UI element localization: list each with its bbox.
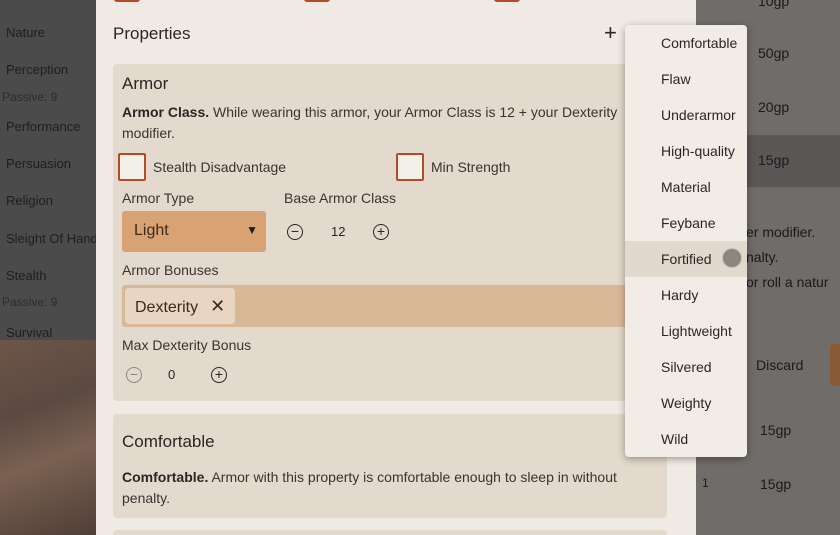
cursor-indicator xyxy=(722,248,742,268)
menu-item-wild[interactable]: Wild xyxy=(625,421,747,457)
desc-line-2: nalty. xyxy=(746,249,779,265)
background-art xyxy=(0,340,96,535)
base-ac-value[interactable]: 12 xyxy=(331,224,345,239)
plus-circle-icon[interactable]: + xyxy=(373,224,389,240)
item-editor-modal: Properties + Armor Armor Class. While we… xyxy=(96,0,696,535)
armor-type-select[interactable]: Light ▼ xyxy=(122,211,266,252)
desc-line-1: er modifier. xyxy=(746,224,816,240)
armor-desc-bold: Armor Class. xyxy=(122,104,210,120)
discard-button[interactable]: Discard xyxy=(756,357,803,373)
armor-bonuses-multiselect[interactable]: Dexterity ✕ xyxy=(122,285,667,327)
menu-item-flaw[interactable]: Flaw xyxy=(625,61,747,97)
top-checkbox-1[interactable] xyxy=(114,0,140,2)
max-dex-value[interactable]: 0 xyxy=(168,367,175,382)
property-menu: Comfortable Flaw Underarmor High-quality… xyxy=(625,25,747,457)
price-2: 50gp xyxy=(758,45,790,61)
menu-item-lightweight[interactable]: Lightweight xyxy=(625,313,747,349)
skills-panel: Nature Perception Passive: 9 Performance… xyxy=(0,0,98,340)
menu-item-feybane[interactable]: Feybane xyxy=(625,205,747,241)
top-checkbox-2[interactable] xyxy=(304,0,330,2)
save-button[interactable] xyxy=(830,344,840,386)
menu-item-fortified-label: Fortified xyxy=(661,251,712,267)
armor-card: Armor Armor Class. While wearing this ar… xyxy=(113,64,667,401)
top-checkbox-3[interactable] xyxy=(494,0,520,2)
armor-bonuses-label: Armor Bonuses xyxy=(122,262,219,278)
comfortable-description: Comfortable. Armor with this property is… xyxy=(122,467,632,509)
stealth-disadvantage-checkbox[interactable] xyxy=(118,153,146,181)
comfortable-card: Comfortable Comfortable. Armor with this… xyxy=(113,414,667,518)
bonus-chip-dexterity: Dexterity ✕ xyxy=(125,288,236,324)
menu-item-hardy[interactable]: Hardy xyxy=(625,277,747,313)
comfortable-desc-bold: Comfortable. xyxy=(122,469,209,485)
close-icon[interactable]: ✕ xyxy=(210,288,225,324)
max-dex-label: Max Dexterity Bonus xyxy=(122,337,252,353)
price-5: 15gp xyxy=(760,422,792,438)
desc-line-3: or roll a natur xyxy=(746,274,829,290)
skill-performance[interactable]: Performance xyxy=(6,119,80,134)
menu-item-high-quality[interactable]: High-quality xyxy=(625,133,747,169)
menu-item-material[interactable]: Material xyxy=(625,169,747,205)
armor-type-label: Armor Type xyxy=(122,190,195,206)
armor-title: Armor xyxy=(122,74,169,93)
minus-circle-icon[interactable]: − xyxy=(287,224,303,240)
skill-survival[interactable]: Survival xyxy=(6,325,52,340)
price-3: 20gp xyxy=(758,99,790,115)
skill-religion[interactable]: Religion xyxy=(6,193,53,208)
passive-stealth: Passive: 9 xyxy=(2,295,58,309)
menu-item-underarmor[interactable]: Underarmor xyxy=(625,97,747,133)
properties-title: Properties xyxy=(113,24,191,43)
menu-item-fortified[interactable]: Fortified xyxy=(625,241,747,277)
plus-circle-icon[interactable]: + xyxy=(211,367,227,383)
skill-perception[interactable]: Perception xyxy=(6,62,68,77)
bonus-chip-label: Dexterity xyxy=(135,299,199,316)
price-4: 15gp xyxy=(758,152,790,168)
min-strength-label: Min Strength xyxy=(431,159,511,175)
skill-persuasion[interactable]: Persuasion xyxy=(6,156,71,171)
comfortable-title: Comfortable xyxy=(122,432,215,451)
menu-item-weighty[interactable]: Weighty xyxy=(625,385,747,421)
add-property-button[interactable]: + xyxy=(604,22,617,44)
price-6: 15gp xyxy=(760,476,792,492)
armor-type-value: Light xyxy=(134,222,169,239)
skill-nature[interactable]: Nature xyxy=(6,25,45,40)
menu-item-comfortable[interactable]: Comfortable xyxy=(625,25,747,61)
qty-2: 1 xyxy=(702,476,709,490)
chevron-down-icon: ▼ xyxy=(246,223,258,237)
min-strength-checkbox[interactable] xyxy=(396,153,424,181)
passive-perception: Passive: 9 xyxy=(2,90,58,104)
skill-stealth[interactable]: Stealth xyxy=(6,268,46,283)
base-ac-label: Base Armor Class xyxy=(284,190,397,206)
minus-circle-icon: − xyxy=(126,367,142,383)
price-1: 10gp xyxy=(758,0,790,9)
skill-sleight-of-hand[interactable]: Sleight Of Hand xyxy=(6,231,98,246)
armor-description: Armor Class. While wearing this armor, y… xyxy=(122,102,632,144)
stealth-disadvantage-label: Stealth Disadvantage xyxy=(153,159,287,175)
next-card xyxy=(113,530,667,535)
menu-item-silvered[interactable]: Silvered xyxy=(625,349,747,385)
